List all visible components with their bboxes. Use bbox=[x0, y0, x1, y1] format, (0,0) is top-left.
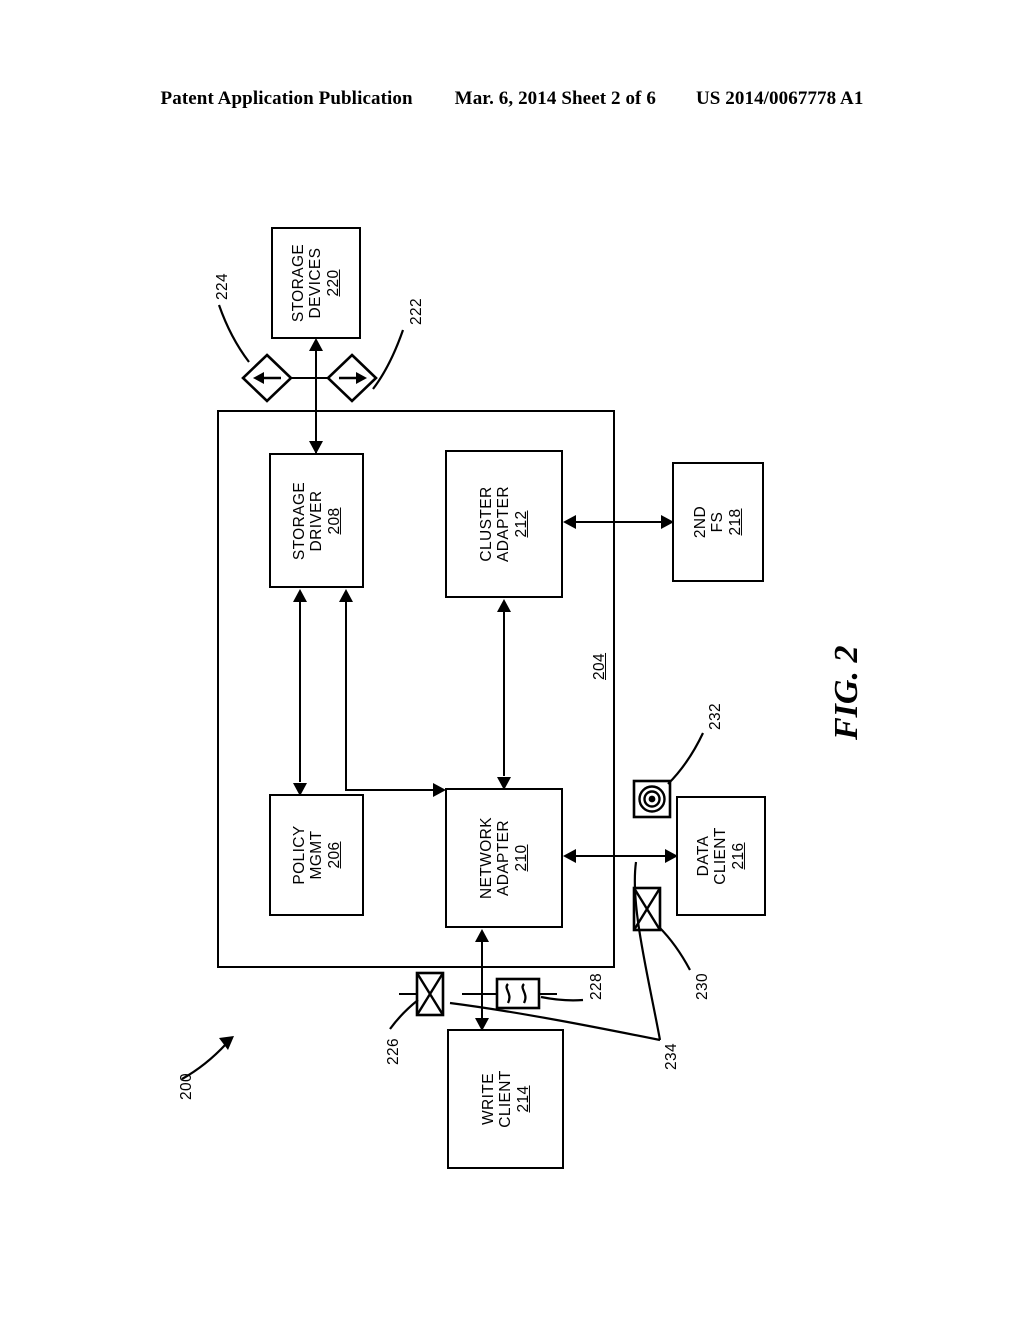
arrowhead-to-network-adapter-bottom bbox=[475, 929, 489, 942]
arrowhead-to-cluster-adapter-right bbox=[563, 515, 576, 529]
connector-bottom-bus-mid bbox=[462, 993, 496, 996]
figure-label: FIG. 2 bbox=[828, 645, 865, 740]
connector-cluster-adapter-second-fs bbox=[574, 521, 662, 524]
leader-line-228 bbox=[540, 995, 584, 1002]
block-network-adapter-label: NETWORK ADAPTER 210 bbox=[478, 817, 530, 899]
arrowhead-to-network-adapter-top bbox=[497, 777, 511, 790]
block-write-client: WRITE CLIENT 214 bbox=[447, 1029, 564, 1169]
leader-line-234-upper bbox=[633, 861, 662, 1041]
cluster-adapter-line1: CLUSTER bbox=[477, 486, 495, 562]
arrowhead-na-to-driver bbox=[339, 589, 353, 602]
network-adapter-line1: NETWORK bbox=[477, 816, 495, 900]
arrowhead-system-200 bbox=[219, 1036, 234, 1050]
storage-devices-num: 220 bbox=[324, 269, 342, 297]
connector-bottom-bus-right bbox=[539, 993, 557, 996]
arrowhead-driver-to-policy bbox=[293, 783, 307, 796]
second-fs-line1: 2ND bbox=[691, 505, 709, 539]
block-second-fs-label: 2ND FS 218 bbox=[692, 506, 744, 538]
arrowhead-to-cluster-adapter bbox=[497, 599, 511, 612]
ref-label-204: 204 bbox=[591, 652, 608, 680]
policy-mgmt-num: 206 bbox=[325, 841, 343, 869]
ref-label-200: 200 bbox=[178, 1072, 195, 1100]
cluster-adapter-num: 212 bbox=[512, 510, 530, 538]
bowtie-x-box-230-icon bbox=[632, 886, 662, 932]
block-policy-mgmt-label: POLICY MGMT 206 bbox=[290, 825, 342, 884]
block-data-client-label: DATA CLIENT 216 bbox=[695, 827, 747, 885]
ref-label-232: 232 bbox=[707, 702, 724, 730]
data-client-line1: DATA bbox=[694, 835, 712, 877]
policy-mgmt-line1: POLICY bbox=[290, 825, 308, 885]
second-fs-num: 218 bbox=[726, 508, 744, 536]
network-adapter-num: 210 bbox=[512, 844, 530, 872]
second-fs-line2: FS bbox=[709, 511, 727, 533]
ref-label-228: 228 bbox=[588, 972, 605, 1000]
block-cluster-adapter-label: CLUSTER ADAPTER 212 bbox=[478, 486, 530, 562]
write-client-num: 214 bbox=[514, 1085, 532, 1113]
leader-line-222 bbox=[372, 329, 405, 390]
block-storage-devices-label: STORAGE DEVICES 220 bbox=[290, 244, 342, 322]
arrowhead-into-network-adapter-left bbox=[433, 783, 446, 797]
arrowhead-to-second-fs bbox=[661, 515, 674, 529]
write-client-line1: WRITE bbox=[479, 1073, 497, 1125]
connector-bottom-bus-left bbox=[399, 993, 417, 996]
connector-network-adapter-data-client bbox=[574, 855, 666, 858]
leader-line-226 bbox=[389, 999, 419, 1030]
leader-line-224 bbox=[217, 304, 250, 363]
storage-driver-num: 208 bbox=[325, 506, 343, 535]
block-network-adapter: NETWORK ADAPTER 210 bbox=[445, 788, 563, 928]
write-client-line2: CLIENT bbox=[496, 1070, 514, 1128]
arrowhead-to-data-client bbox=[665, 849, 678, 863]
connector-cluster-network-adapter bbox=[503, 610, 506, 776]
arrowhead-to-write-client bbox=[475, 1018, 489, 1031]
block-storage-driver-label: STORAGE DRIVER 208 bbox=[290, 481, 342, 559]
connector-policy-storage-driver bbox=[299, 600, 302, 782]
connector-write-client-network-adapter bbox=[481, 940, 484, 1024]
policy-mgmt-line2: MGMT bbox=[307, 830, 325, 880]
arrowhead-to-network-adapter-right bbox=[563, 849, 576, 863]
block-storage-driver: STORAGE DRIVER 208 bbox=[269, 453, 364, 588]
leader-line-232 bbox=[667, 732, 704, 785]
ref-label-224: 224 bbox=[214, 272, 231, 300]
ref-label-222: 222 bbox=[408, 297, 425, 325]
connector-na-to-driver-vertical bbox=[345, 600, 348, 790]
block-second-fs: 2ND FS 218 bbox=[672, 462, 764, 582]
connector-na-to-driver-horizontal bbox=[345, 789, 433, 792]
block-data-client: DATA CLIENT 216 bbox=[676, 796, 766, 916]
ref-label-234: 234 bbox=[663, 1042, 680, 1070]
bullseye-target-232-icon bbox=[632, 779, 672, 819]
ref-label-226: 226 bbox=[385, 1037, 402, 1065]
storage-driver-line1: STORAGE bbox=[290, 481, 308, 560]
arrowhead-policy-to-driver bbox=[293, 589, 307, 602]
network-adapter-line2: ADAPTER bbox=[495, 820, 513, 897]
block-policy-mgmt: POLICY MGMT 206 bbox=[269, 794, 364, 916]
cluster-adapter-line2: ADAPTER bbox=[495, 485, 513, 563]
storage-devices-line2: DEVICES bbox=[307, 247, 325, 319]
connector-diamond-bus bbox=[283, 377, 349, 380]
block-write-client-label: WRITE CLIENT 214 bbox=[479, 1070, 531, 1128]
arrowhead-to-storage-devices bbox=[309, 338, 323, 351]
storage-devices-line1: STORAGE bbox=[289, 243, 307, 323]
figure-2-diagram: STORAGE DEVICES 220 STORAGE DRIVER 208 C… bbox=[0, 0, 1024, 1320]
block-cluster-adapter: CLUSTER ADAPTER 212 bbox=[445, 450, 563, 598]
storage-driver-line2: DRIVER bbox=[307, 490, 325, 551]
data-client-line2: CLIENT bbox=[712, 827, 730, 885]
arrowhead-to-storage-driver bbox=[309, 441, 323, 454]
connector-storage-driver-to-devices bbox=[315, 349, 318, 453]
data-client-num: 216 bbox=[729, 842, 747, 870]
wave-squiggle-box-228-icon bbox=[495, 977, 541, 1010]
bowtie-x-box-226-icon bbox=[415, 971, 445, 1017]
block-storage-devices: STORAGE DEVICES 220 bbox=[271, 227, 361, 339]
leader-line-230 bbox=[658, 926, 691, 971]
ref-label-230: 230 bbox=[694, 972, 711, 1000]
